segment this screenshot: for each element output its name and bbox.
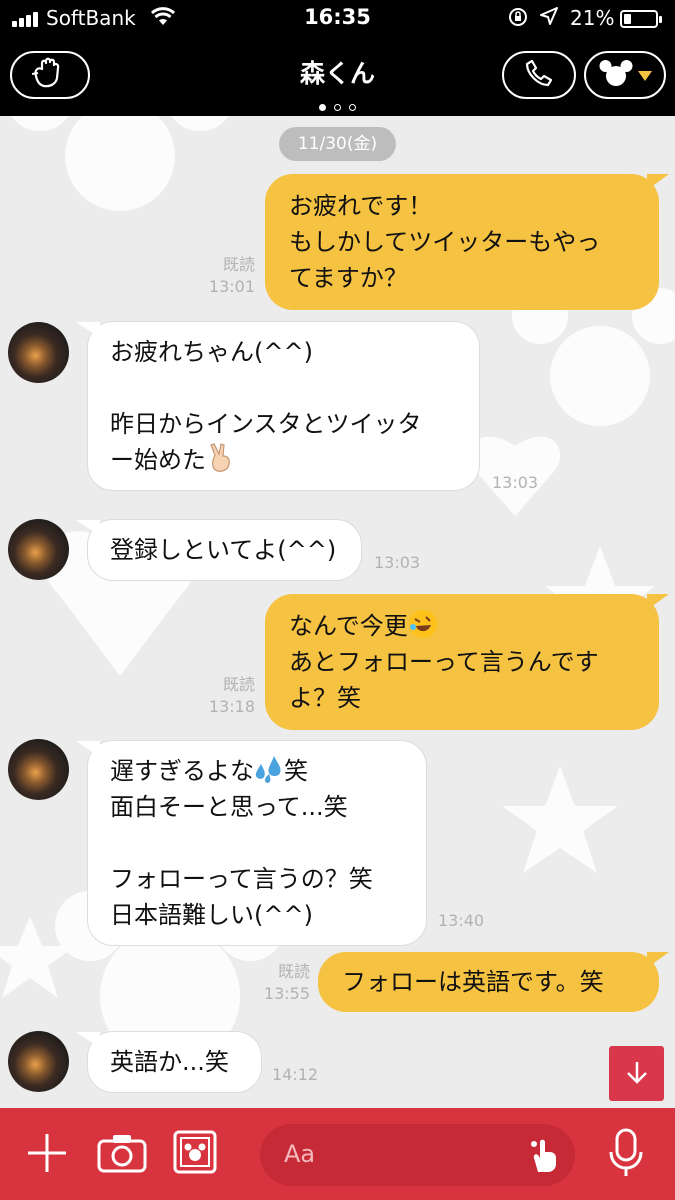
dropdown-arrow-icon bbox=[637, 66, 652, 85]
message-time: 14:12 bbox=[272, 1065, 319, 1084]
battery-icon bbox=[620, 10, 662, 28]
message-bubble-outgoing[interactable]: フォローは英語です。笑 bbox=[318, 952, 669, 1012]
rotation-lock-icon bbox=[508, 7, 528, 32]
message-time: 13:03 bbox=[492, 473, 539, 492]
phone-icon bbox=[524, 58, 554, 92]
message-bubble-incoming[interactable]: 遅すぎるよな笑 面白そーと思って...笑 フォローって言うの？笑 日本語難しい(… bbox=[76, 740, 427, 946]
microphone-button[interactable] bbox=[606, 1128, 646, 1182]
sticker-hand-icon[interactable] bbox=[526, 1136, 564, 1178]
message-time: 13:55 bbox=[263, 984, 310, 1003]
chat-header: 森くん bbox=[0, 38, 675, 116]
avatar[interactable] bbox=[8, 322, 69, 383]
avatar[interactable] bbox=[8, 739, 69, 800]
plus-button[interactable] bbox=[24, 1132, 70, 1178]
message-bubble-outgoing[interactable]: お疲れです！ もしかしてツイッターもやっ てますか？ bbox=[265, 174, 669, 310]
camera-button[interactable] bbox=[96, 1132, 148, 1178]
message-text: 遅すぎるよな bbox=[110, 757, 254, 785]
message-bubble-incoming[interactable]: 英語か...笑 bbox=[76, 1031, 262, 1093]
message-bubble-incoming[interactable]: お疲れちゃん(^^) 昨日からインスタとツイッタ ー始めた bbox=[76, 321, 480, 491]
camera-icon bbox=[97, 1133, 147, 1177]
microphone-icon bbox=[608, 1128, 644, 1182]
photo-button[interactable] bbox=[172, 1130, 218, 1178]
message-time: 13:18 bbox=[208, 697, 255, 716]
plus-icon bbox=[26, 1132, 68, 1178]
page-indicator bbox=[0, 96, 675, 115]
message-time: 13:01 bbox=[208, 277, 255, 296]
menu-button[interactable] bbox=[584, 51, 666, 99]
read-receipt: 既読 bbox=[222, 675, 255, 694]
sweat-droplets-emoji bbox=[254, 754, 284, 784]
avatar[interactable] bbox=[8, 1031, 69, 1092]
message-input[interactable]: Aa bbox=[260, 1124, 575, 1186]
message-time: 13:03 bbox=[374, 553, 421, 572]
message-text: なんで今更 bbox=[289, 612, 408, 640]
mickey-icon bbox=[599, 59, 633, 91]
message-bubble-incoming[interactable]: 登録しといてよ(^^) bbox=[76, 519, 362, 581]
message-text: あとフォローって言うんです よ？笑 bbox=[289, 648, 599, 712]
message-meta: 既読 13:55 bbox=[255, 961, 310, 1005]
photo-icon bbox=[173, 1130, 217, 1178]
message-text: お疲れちゃん(^^) 昨日からインスタとツイッタ ー始めた bbox=[110, 338, 422, 474]
input-toolbar: Aa bbox=[0, 1108, 675, 1200]
page-dot bbox=[319, 104, 326, 111]
message-time: 13:40 bbox=[438, 911, 485, 930]
status-bar: SoftBank 16:35 21% bbox=[0, 0, 675, 38]
message-bubble-outgoing[interactable]: なんで今更 あとフォローって言うんです よ？笑 bbox=[265, 594, 669, 730]
call-button[interactable] bbox=[502, 51, 576, 99]
read-receipt: 既読 bbox=[222, 255, 255, 274]
page-dot bbox=[334, 104, 341, 111]
scroll-to-bottom-button[interactable] bbox=[609, 1046, 664, 1101]
victory-hand-emoji bbox=[206, 443, 236, 473]
chat-area[interactable]: 11/30(金) 既読 13:01 お疲れです！ もしかしてツイッターもやっ て… bbox=[0, 116, 675, 1108]
location-icon bbox=[540, 7, 558, 30]
date-separator: 11/30(金) bbox=[279, 127, 396, 161]
rolling-laughing-emoji bbox=[408, 609, 438, 639]
message-meta: 既読 13:18 bbox=[200, 674, 255, 718]
page-dot bbox=[349, 104, 356, 111]
message-meta: 既読 13:01 bbox=[200, 254, 255, 298]
avatar[interactable] bbox=[8, 519, 69, 580]
battery-percent: 21% bbox=[570, 6, 615, 30]
message-input-placeholder: Aa bbox=[284, 1140, 316, 1168]
read-receipt: 既読 bbox=[277, 962, 310, 981]
arrow-down-icon bbox=[624, 1059, 650, 1089]
